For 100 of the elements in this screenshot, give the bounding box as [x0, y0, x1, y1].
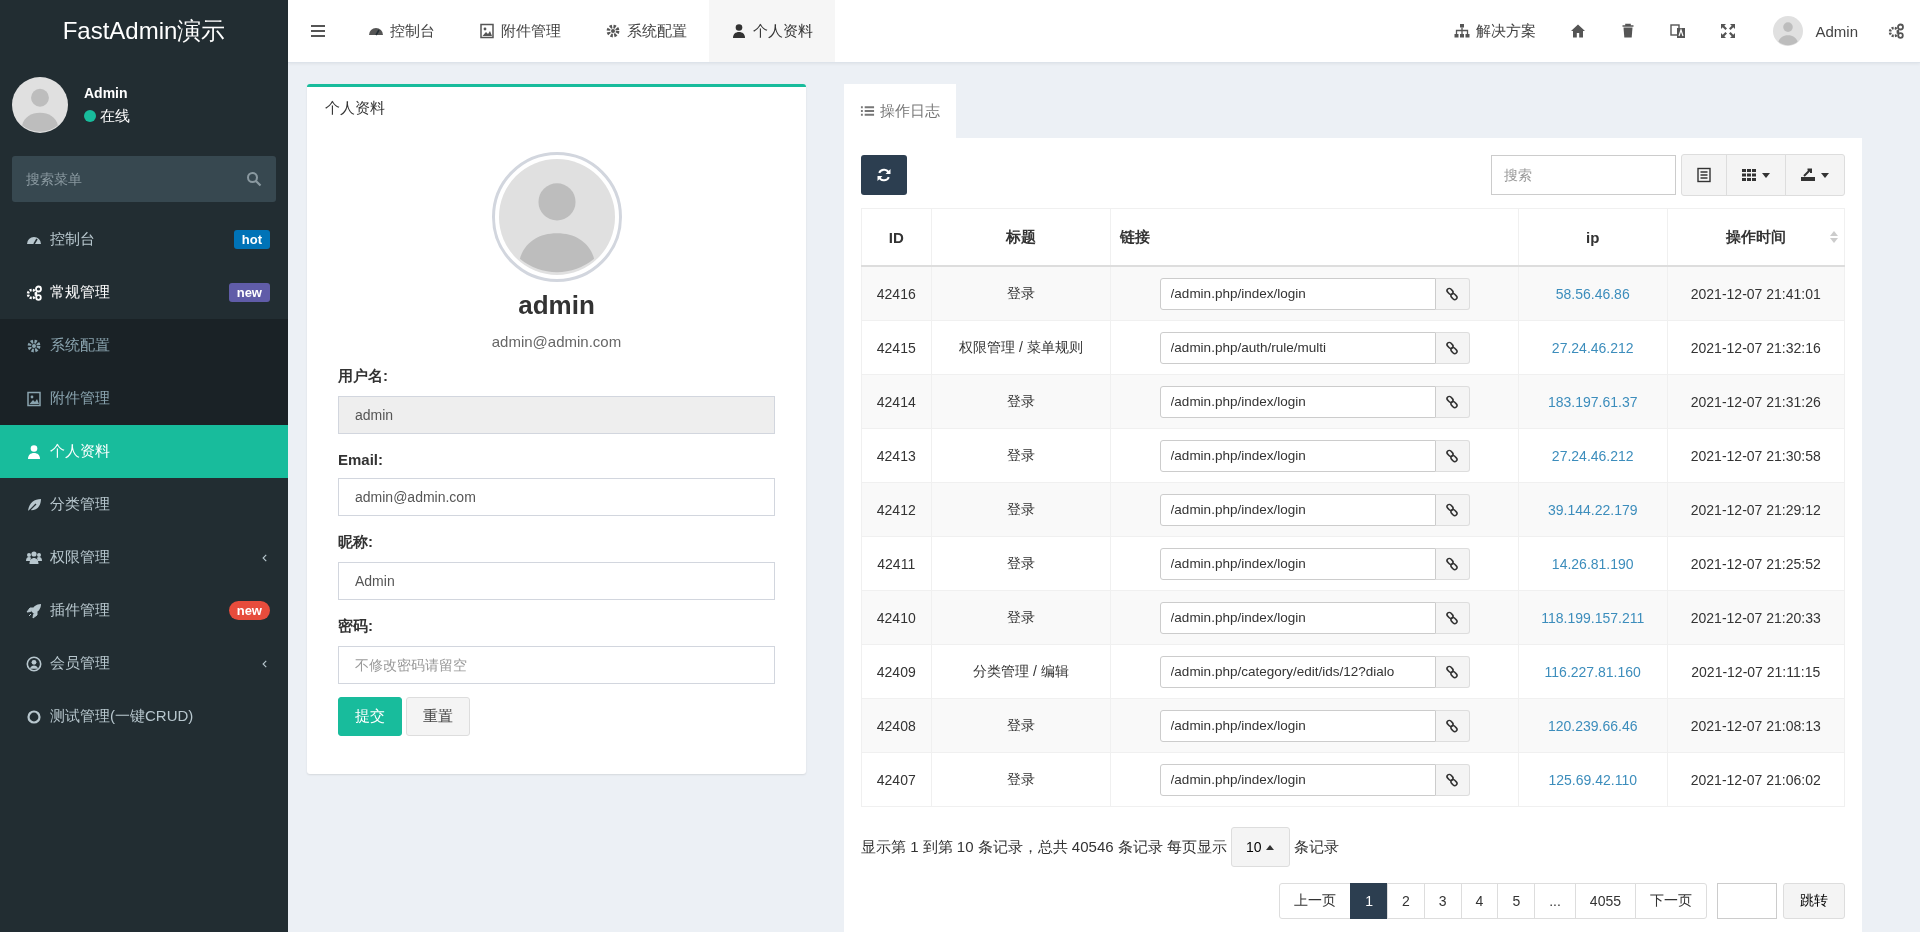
- solutions-link[interactable]: 解决方案: [1437, 0, 1554, 62]
- sidebar-item[interactable]: 权限管理: [0, 531, 288, 584]
- fullscreen-icon: [1720, 23, 1737, 39]
- page-button[interactable]: 上一页: [1279, 883, 1352, 919]
- url-field[interactable]: /admin.php/index/login: [1159, 763, 1436, 796]
- ip-link[interactable]: 39.144.22.179: [1547, 501, 1638, 518]
- nav-tab[interactable]: 控制台: [346, 0, 457, 62]
- users-icon: [26, 549, 42, 566]
- url-field[interactable]: /admin.php/index/login: [1159, 601, 1436, 634]
- page-size-dropdown[interactable]: 10: [1230, 827, 1290, 867]
- text-field[interactable]: Admin: [338, 562, 775, 600]
- table-cell: 2021-12-07 21:06:02: [1667, 752, 1845, 807]
- ip-link[interactable]: 183.197.61.37: [1547, 393, 1638, 410]
- gears-icon: [1888, 23, 1904, 39]
- url-field[interactable]: /admin.php/category/edit/ids/12?dialo: [1159, 655, 1436, 688]
- page-button[interactable]: ...: [1534, 883, 1576, 919]
- table-cell: 42413: [861, 428, 931, 483]
- app-logo: FastAdmin演示: [62, 16, 226, 46]
- text-field[interactable]: 不修改密码请留空: [338, 646, 775, 684]
- user-menu[interactable]: Admin: [1753, 0, 1878, 62]
- menu-badge: new: [228, 283, 270, 302]
- page-number-field[interactable]: [1717, 883, 1777, 919]
- table-cell: 42412: [861, 482, 931, 537]
- table-cell: 登录: [931, 482, 1111, 537]
- open-link-button[interactable]: [1435, 547, 1470, 580]
- link-icon: [1445, 664, 1460, 679]
- open-link-button[interactable]: [1435, 601, 1470, 634]
- sidebar-item[interactable]: 附件管理: [0, 372, 288, 425]
- page-button[interactable]: 1: [1350, 883, 1388, 919]
- link-icon: [1445, 556, 1460, 571]
- nav-tab[interactable]: 附件管理: [457, 0, 583, 62]
- open-link-button[interactable]: [1435, 655, 1470, 688]
- open-link-button[interactable]: [1435, 385, 1470, 418]
- open-link-button[interactable]: [1435, 439, 1470, 472]
- circle-icon: [26, 708, 42, 725]
- sidebar-item[interactable]: 分类管理: [0, 478, 288, 531]
- panel-tab[interactable]: 操作日志: [844, 84, 956, 138]
- url-field[interactable]: /admin.php/index/login: [1159, 547, 1436, 580]
- sidebar-item[interactable]: 控制台 hot: [0, 213, 288, 266]
- open-link-button[interactable]: [1435, 493, 1470, 526]
- menu-search-field[interactable]: 搜索菜单: [12, 156, 276, 202]
- refresh-button[interactable]: [861, 155, 907, 195]
- table-cell: 登录: [931, 266, 1111, 321]
- records-suffix: 条记录: [1293, 837, 1339, 857]
- caret-down-icon: [1820, 171, 1830, 179]
- list-icon: [860, 104, 875, 118]
- field-label: Email:: [338, 451, 384, 468]
- field-label: 昵称:: [338, 533, 374, 552]
- ip-link[interactable]: 58.56.46.86: [1555, 285, 1630, 302]
- url-field[interactable]: /admin.php/index/login: [1159, 277, 1436, 310]
- user-icon: [731, 23, 747, 39]
- table-cell: 42411: [861, 536, 931, 591]
- table-cell: 分类管理 / 编辑: [931, 644, 1111, 699]
- url-field[interactable]: /admin.php/index/login: [1159, 385, 1436, 418]
- caret-down-icon: [1761, 171, 1771, 179]
- url-field[interactable]: /admin.php/index/login: [1159, 709, 1436, 742]
- open-link-button[interactable]: [1435, 331, 1470, 364]
- ip-link[interactable]: 116.227.81.160: [1544, 663, 1641, 680]
- sidebar-item[interactable]: 插件管理 new: [0, 584, 288, 637]
- toggle-view-button[interactable]: [1681, 154, 1727, 196]
- menu-icon: [310, 23, 326, 39]
- open-link-button[interactable]: [1435, 277, 1470, 310]
- avatar-icon: [1773, 16, 1804, 46]
- page-button[interactable]: 4: [1460, 883, 1499, 919]
- url-field[interactable]: /admin.php/index/login: [1159, 493, 1436, 526]
- page-button[interactable]: 下一页: [1635, 883, 1707, 919]
- nav-tab[interactable]: 系统配置: [583, 0, 709, 62]
- sidebar-item[interactable]: 测试管理(一键CRUD): [0, 690, 288, 743]
- ip-link[interactable]: 27.24.46.212: [1551, 339, 1634, 356]
- jump-button[interactable]: 跳转: [1783, 883, 1845, 919]
- ip-link[interactable]: 14.26.81.190: [1551, 555, 1634, 572]
- open-link-button[interactable]: [1435, 763, 1470, 796]
- reset-button[interactable]: 重置: [406, 697, 470, 736]
- page-button[interactable]: 4055: [1574, 883, 1636, 919]
- menu-badge: hot: [233, 230, 270, 249]
- profile-username: admin: [518, 290, 595, 321]
- table-cell: 42407: [861, 752, 931, 807]
- online-status-dot: [84, 110, 96, 122]
- table-search-field[interactable]: 搜索: [1491, 155, 1676, 195]
- link-icon: [1445, 610, 1460, 625]
- ip-link[interactable]: 120.239.66.46: [1547, 717, 1638, 734]
- page-button[interactable]: 5: [1497, 883, 1536, 919]
- page-button[interactable]: 3: [1423, 883, 1462, 919]
- table-cell: 2021-12-07 21:31:26: [1667, 374, 1845, 429]
- url-field[interactable]: /admin.php/auth/rule/multi: [1159, 331, 1436, 364]
- page-button[interactable]: 2: [1387, 883, 1425, 919]
- table-cell: 42408: [861, 698, 931, 753]
- sidebar-item[interactable]: 会员管理: [0, 637, 288, 690]
- sidebar-item[interactable]: 常规管理 new: [0, 266, 288, 319]
- text-field[interactable]: admin@admin.com: [338, 478, 775, 516]
- ip-link[interactable]: 125.69.42.110: [1548, 771, 1637, 788]
- nav-tab[interactable]: 个人资料: [709, 0, 835, 62]
- open-link-button[interactable]: [1435, 709, 1470, 742]
- translate-icon: [1670, 23, 1687, 39]
- user-name: Admin: [84, 84, 129, 101]
- ip-link[interactable]: 27.24.46.212: [1551, 447, 1634, 464]
- columns-button[interactable]: [1726, 154, 1786, 196]
- sidebar-item[interactable]: 系统配置: [0, 319, 288, 372]
- url-field[interactable]: /admin.php/index/login: [1159, 439, 1436, 472]
- export-button[interactable]: [1785, 154, 1845, 196]
